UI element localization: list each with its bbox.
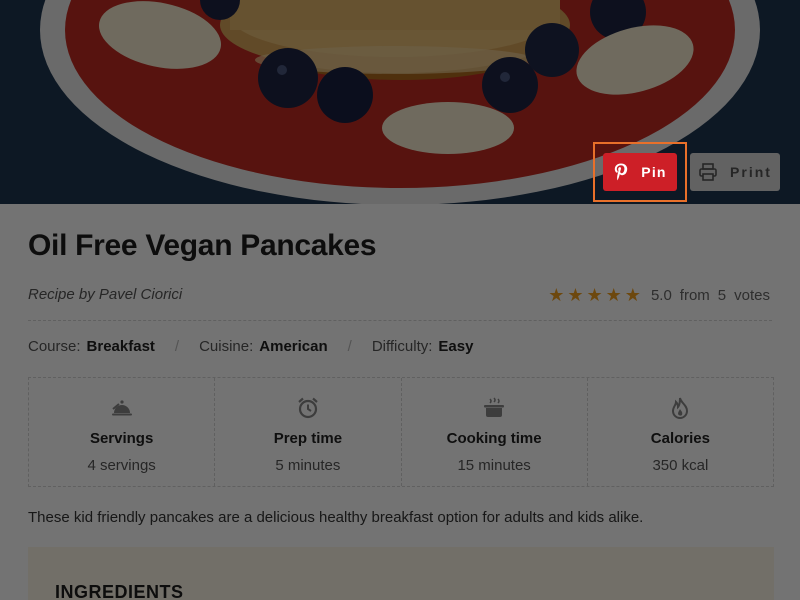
stat-prep-time: Prep time 5 minutes [215,378,402,486]
recipe-rating[interactable]: ★ ★ ★ ★ ★ 5.0 from 5 votes [548,286,770,304]
stat-servings: Servings 4 servings [29,378,216,486]
stat-calories: Calories 350 kcal [588,378,773,486]
rating-votes-label: votes [734,286,770,304]
course-label: Course: [28,338,81,355]
meta-separator: / [347,338,352,355]
rating-score: 5.0 [650,286,672,304]
star-icon[interactable]: ★ [606,286,622,304]
flame-icon [672,397,689,419]
recipe-description: These kid friendly pancakes are a delici… [28,509,644,526]
stat-value: 15 minutes [457,457,531,474]
pinterest-icon [615,163,628,181]
stat-label: Calories [650,430,710,447]
serving-cloche-icon [111,400,132,416]
stat-label: Servings [89,430,154,447]
stat-cooking-time: Cooking time 15 minutes [402,378,588,486]
cooking-pot-icon [484,397,505,417]
difficulty-value: Easy [438,338,474,355]
rating-votes-count: 5 [717,286,727,304]
recipe-stats: Servings 4 servings Prep time 5 minutes … [28,377,774,487]
meta-separator: / [174,338,180,355]
star-icon[interactable]: ★ [587,286,603,304]
star-icon[interactable]: ★ [548,286,564,304]
cuisine-value[interactable]: American [259,338,327,355]
stat-label: Cooking time [446,430,542,447]
stat-value: 350 kcal [652,457,709,474]
printer-icon [699,163,717,181]
difficulty-label: Difficulty: [371,338,433,355]
recipe-author: Recipe by Pavel Ciorici [28,286,183,303]
recipe-meta: Course: Breakfast / Cuisine: American / … [28,338,473,355]
cuisine-label: Cuisine: [199,338,254,355]
rating-from-label: from [679,286,710,304]
rating-stars[interactable]: ★ ★ ★ ★ ★ [548,286,641,304]
print-button[interactable]: Print [690,153,780,191]
stat-value: 5 minutes [275,457,341,474]
pin-button-label: Pin [641,164,667,180]
divider [28,320,772,321]
print-button-label: Print [730,164,772,180]
recipe-title: Oil Free Vegan Pancakes [28,229,377,262]
course-value[interactable]: Breakfast [87,338,155,355]
stat-label: Prep time [273,430,343,447]
stat-value: 4 servings [87,457,156,474]
ingredients-heading: INGREDIENTS [55,582,184,600]
alarm-clock-icon [298,397,318,419]
pin-button[interactable]: Pin [603,153,677,191]
ingredients-section: INGREDIENTS [28,547,774,600]
star-icon[interactable]: ★ [625,286,641,304]
star-icon[interactable]: ★ [567,286,583,304]
